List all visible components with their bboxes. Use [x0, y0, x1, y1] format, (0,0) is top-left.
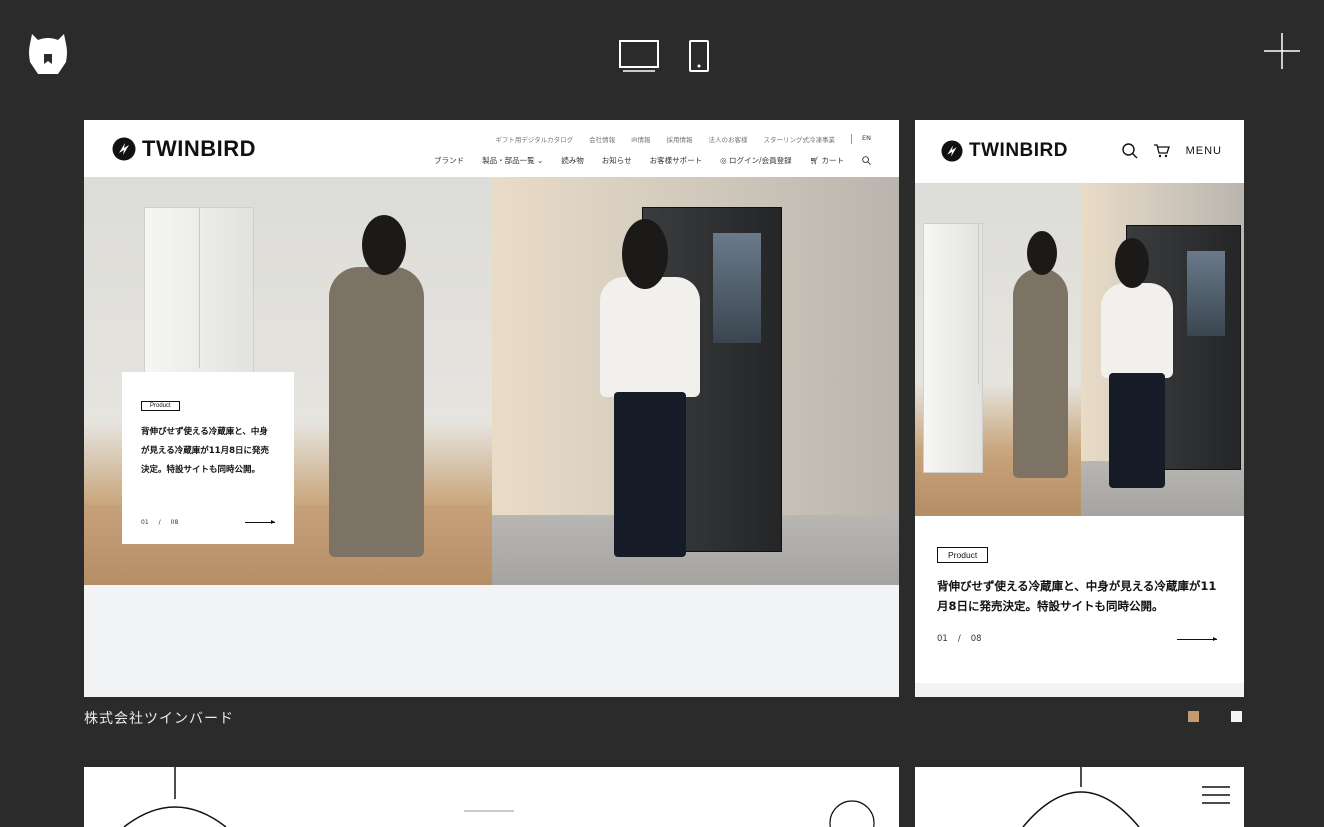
color-swatch [1231, 711, 1242, 722]
desktop-preview[interactable]: TWINBIRD ギフト用デジタルカタログ 会社情報 IR情報 採用情報 法人の… [84, 120, 899, 697]
hamburger-menu-icon[interactable] [1202, 785, 1230, 805]
menu-button[interactable]: MENU [1186, 145, 1222, 157]
site-header-mobile: TWINBIRD MENU [915, 120, 1244, 183]
hero-image-mobile [915, 183, 1244, 516]
main-nav: ブランド 製品・部品一覧 ⌄ 読み物 お知らせ お客様サポート ◎ ログイン/会… [434, 155, 871, 166]
twinbird-logo-icon [941, 140, 963, 162]
mobile-header-actions: MENU [1121, 143, 1222, 159]
top-bar [0, 0, 1324, 100]
mobile-phone-icon[interactable] [689, 40, 709, 72]
photo-dark-fridge [492, 177, 899, 585]
search-icon[interactable] [862, 156, 871, 165]
lang-switch[interactable]: EN [851, 134, 871, 144]
color-swatch [1188, 711, 1199, 722]
bear-logo-icon[interactable] [28, 32, 68, 74]
cart-icon[interactable] [1153, 144, 1170, 158]
next-entry-desktop-preview[interactable] [84, 767, 899, 827]
util-link[interactable]: 法人のお客様 [709, 134, 748, 144]
util-link[interactable]: ギフト用デジタルカタログ [495, 134, 573, 144]
arrow-right-icon[interactable] [245, 520, 275, 524]
hero-headline: 背伸びせず使える冷蔵庫と、中身が見える冷蔵庫が11月8日に発売決定。特設サイトも… [141, 427, 269, 475]
util-link[interactable]: スターリング式冷凍事業 [764, 134, 836, 144]
slide-pager: 01 / 08 [141, 519, 275, 526]
arrow-right-icon[interactable] [1177, 636, 1217, 641]
color-swatches [1188, 711, 1242, 722]
site-brand-mobile[interactable]: TWINBIRD [941, 140, 1068, 162]
site-brand[interactable]: TWINBIRD [112, 136, 256, 162]
device-toggle [619, 40, 709, 72]
utility-links: ギフト用デジタルカタログ 会社情報 IR情報 採用情報 法人のお客様 スターリン… [495, 134, 871, 144]
nav-item[interactable]: 製品・部品一覧 ⌄ [482, 155, 543, 166]
nav-cart[interactable]: 🛒︎ カート [810, 155, 844, 166]
hero-caption-card[interactable]: Product 背伸びせず使える冷蔵庫と、中身が見える冷蔵庫が11月8日に発売決… [122, 372, 294, 544]
nav-item[interactable]: 読み物 [561, 155, 584, 166]
cart-icon: 🛒︎ [809, 156, 820, 165]
hero-caption-mobile[interactable]: Product 背伸びせず使える冷蔵庫と、中身が見える冷蔵庫が11月8日に発売決… [915, 516, 1244, 683]
nav-item[interactable]: お知らせ [602, 155, 632, 166]
nav-login[interactable]: ◎ ログイン/会員登録 [720, 155, 791, 166]
next-entry-artwork [1022, 767, 1140, 827]
user-icon: ◎ [720, 156, 727, 165]
category-tag: Product [937, 547, 989, 563]
search-icon[interactable] [1121, 143, 1138, 159]
util-link[interactable]: 採用情報 [667, 134, 693, 144]
entry-title[interactable]: 株式会社ツインバード [84, 708, 234, 728]
util-link[interactable]: 会社情報 [589, 134, 615, 144]
nav-item[interactable]: ブランド [434, 155, 464, 166]
hero-headline-mobile: 背伸びせず使える冷蔵庫と、中身が見える冷蔵庫が11月8日に発売決定。特設サイトも… [937, 579, 1217, 613]
category-tag: Product [141, 401, 180, 411]
mobile-preview[interactable]: TWINBIRD MENU Product 背伸びせず使える冷蔵庫と、中身が見え… [915, 120, 1244, 697]
site-header: TWINBIRD ギフト用デジタルカタログ 会社情報 IR情報 採用情報 法人の… [84, 120, 899, 177]
plus-icon[interactable] [1264, 33, 1300, 69]
nav-item[interactable]: お客様サポート [650, 155, 703, 166]
twinbird-logo-icon [112, 137, 136, 161]
next-entry-artwork [123, 767, 875, 827]
slide-pager-mobile: 01 / 08 [937, 634, 1217, 644]
util-link[interactable]: IR情報 [631, 134, 650, 144]
desktop-monitor-icon[interactable] [619, 40, 659, 72]
next-entry-mobile-preview[interactable] [915, 767, 1244, 827]
